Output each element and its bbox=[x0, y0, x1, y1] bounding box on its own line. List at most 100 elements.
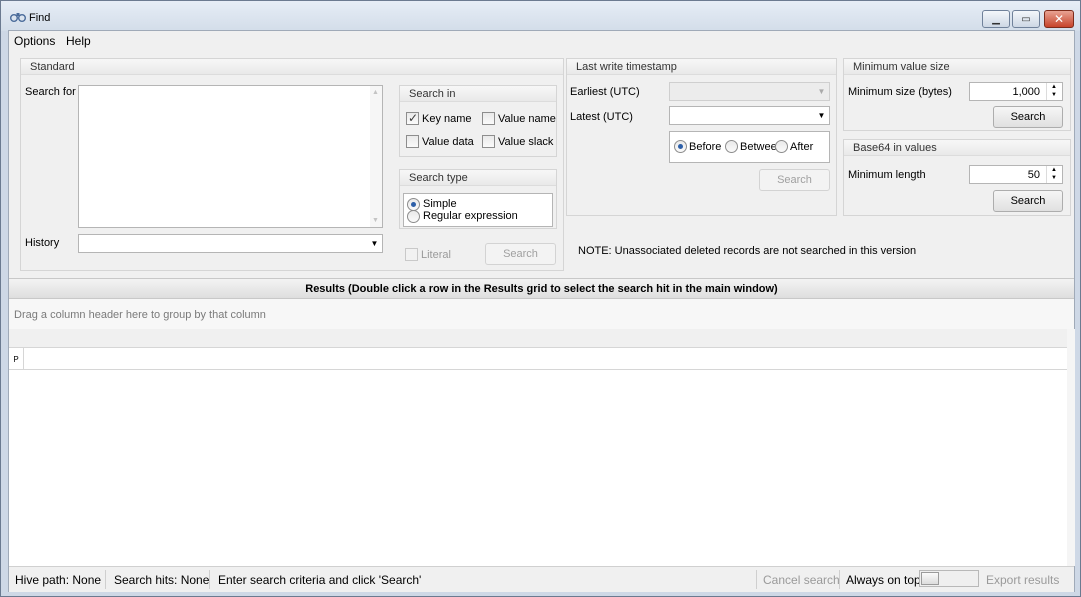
latest-label: Latest (UTC) bbox=[570, 111, 633, 123]
regex-label: Regular expression bbox=[423, 210, 518, 222]
before-label: Before bbox=[689, 141, 722, 153]
literal-checkbox[interactable] bbox=[405, 248, 418, 261]
minimize-button[interactable]: ▁ bbox=[982, 10, 1010, 28]
min-length-spin-buttons[interactable]: ▲ ▼ bbox=[1046, 166, 1062, 183]
scroll-up-icon[interactable]: ▲ bbox=[372, 89, 379, 96]
min-size-stepper[interactable]: 1,000 ▲ ▼ bbox=[969, 82, 1063, 101]
note-text: NOTE: Unassociated deleted records are n… bbox=[578, 245, 917, 257]
standard-panel-title: Standard bbox=[30, 61, 75, 73]
standard-search-button[interactable]: Search bbox=[485, 243, 556, 265]
after-radio[interactable] bbox=[775, 140, 788, 153]
min-length-label: Minimum length bbox=[848, 169, 926, 181]
timestamp-panel-header: Last write timestamp bbox=[567, 59, 836, 75]
always-on-top-toggle[interactable] bbox=[919, 570, 979, 587]
toggle-knob bbox=[921, 572, 939, 585]
history-label: History bbox=[25, 237, 60, 249]
search-in-group: Search in ✓ Key name Value name Value da… bbox=[399, 85, 557, 157]
search-type-title: Search type bbox=[409, 172, 468, 184]
value-data-label: Value data bbox=[422, 136, 474, 148]
search-type-header: Search type bbox=[400, 170, 556, 186]
close-button[interactable]: ✕ bbox=[1044, 10, 1074, 28]
title-bar[interactable]: Find ▁ ▭ ✕ bbox=[1, 1, 1080, 31]
spin-down-icon[interactable]: ▼ bbox=[1051, 92, 1057, 98]
row-indicator: P bbox=[9, 348, 24, 370]
checkmark-icon: ✓ bbox=[408, 111, 419, 125]
min-size-label: Minimum size (bytes) bbox=[848, 86, 952, 98]
standard-panel-header: Standard bbox=[21, 59, 563, 75]
value-name-checkbox[interactable] bbox=[482, 112, 495, 125]
menu-bar: Options Help bbox=[9, 31, 1074, 51]
export-results-button[interactable]: Export results bbox=[986, 573, 1059, 587]
base64-panel-title: Base64 in values bbox=[853, 142, 937, 154]
search-in-title: Search in bbox=[409, 88, 456, 100]
regex-radio[interactable] bbox=[407, 210, 420, 223]
earliest-label: Earliest (UTC) bbox=[570, 86, 640, 98]
literal-label: Literal bbox=[421, 249, 451, 261]
standard-panel: Standard Search for ▲ ▼ History ▼ Search… bbox=[20, 58, 564, 271]
simple-label: Simple bbox=[423, 198, 457, 210]
min-value-panel: Minimum value size Minimum size (bytes) … bbox=[843, 58, 1071, 131]
base64-panel: Base64 in values Minimum length 50 ▲ ▼ S… bbox=[843, 139, 1071, 216]
between-radio[interactable] bbox=[725, 140, 738, 153]
scroll-down-icon[interactable]: ▼ bbox=[372, 217, 379, 224]
value-slack-label: Value slack bbox=[498, 136, 554, 148]
status-divider bbox=[756, 570, 757, 589]
chevron-down-icon[interactable]: ▼ bbox=[367, 235, 382, 252]
status-bar: Hive path: None Search hits: None Enter … bbox=[9, 566, 1074, 592]
search-for-scrollbar[interactable]: ▲ ▼ bbox=[370, 86, 382, 227]
between-label: Betwee bbox=[740, 141, 777, 153]
status-divider bbox=[209, 570, 210, 589]
hive-path-status: Hive path: None bbox=[15, 573, 102, 587]
min-value-search-button[interactable]: Search bbox=[993, 106, 1063, 128]
key-name-checkbox[interactable]: ✓ bbox=[406, 111, 419, 125]
value-name-label: Value name bbox=[498, 113, 556, 125]
grid-scrollbar[interactable] bbox=[1067, 329, 1075, 566]
range-options: Before Betwee After bbox=[669, 131, 830, 163]
value-slack-checkbox[interactable] bbox=[482, 135, 495, 148]
timestamp-search-button[interactable]: Search bbox=[759, 169, 830, 191]
client-area: Options Help Standard Search for ▲ ▼ His… bbox=[8, 30, 1075, 592]
close-icon: ✕ bbox=[1053, 12, 1065, 26]
results-grid[interactable]: P bbox=[9, 347, 1074, 566]
window-title: Find bbox=[29, 12, 51, 24]
search-type-group: Search type Simple Regular expression bbox=[399, 169, 557, 229]
group-by-panel[interactable]: Drag a column header here to group by th… bbox=[9, 299, 1074, 329]
maximize-icon: ▭ bbox=[1021, 13, 1031, 25]
search-in-header: Search in bbox=[400, 86, 556, 102]
minimize-icon: ▁ bbox=[992, 13, 1000, 25]
chevron-down-icon[interactable]: ▼ bbox=[814, 83, 829, 100]
always-on-top-label: Always on top bbox=[846, 573, 921, 587]
binoculars-icon bbox=[10, 13, 26, 22]
group-hint: Drag a column header here to group by th… bbox=[14, 309, 266, 321]
key-name-label: Key name bbox=[422, 113, 472, 125]
min-length-stepper[interactable]: 50 ▲ ▼ bbox=[969, 165, 1063, 184]
menu-help[interactable]: Help bbox=[66, 34, 91, 48]
spin-up-icon[interactable]: ▲ bbox=[1051, 167, 1057, 173]
maximize-button[interactable]: ▭ bbox=[1012, 10, 1040, 28]
value-data-checkbox[interactable] bbox=[406, 135, 419, 148]
after-label: After bbox=[790, 141, 814, 153]
history-combo[interactable]: ▼ bbox=[78, 234, 383, 253]
min-length-value: 50 bbox=[1027, 169, 1040, 181]
min-size-spin-buttons[interactable]: ▲ ▼ bbox=[1046, 83, 1062, 100]
status-divider bbox=[839, 570, 840, 589]
base64-panel-header: Base64 in values bbox=[844, 140, 1070, 156]
spin-up-icon[interactable]: ▲ bbox=[1051, 84, 1057, 90]
base64-search-button[interactable]: Search bbox=[993, 190, 1063, 212]
latest-combo[interactable]: ▼ bbox=[669, 106, 830, 125]
cancel-search-button[interactable]: Cancel search bbox=[763, 573, 840, 587]
min-size-value: 1,000 bbox=[1012, 86, 1040, 98]
search-for-input[interactable]: ▲ ▼ bbox=[78, 85, 383, 228]
timestamp-panel: Last write timestamp Earliest (UTC) ▼ La… bbox=[566, 58, 837, 216]
earliest-combo[interactable]: ▼ bbox=[669, 82, 830, 101]
min-value-panel-title: Minimum value size bbox=[853, 61, 950, 73]
before-radio[interactable] bbox=[674, 140, 687, 153]
grid-filter-row[interactable]: P bbox=[9, 348, 1074, 370]
search-for-label: Search for bbox=[25, 86, 76, 98]
results-header: Results (Double click a row in the Resul… bbox=[9, 278, 1074, 299]
menu-options[interactable]: Options bbox=[14, 34, 55, 48]
spin-down-icon[interactable]: ▼ bbox=[1051, 175, 1057, 181]
find-window: Find ▁ ▭ ✕ Options Help Standard Search … bbox=[0, 0, 1081, 597]
chevron-down-icon[interactable]: ▼ bbox=[814, 107, 829, 124]
min-value-panel-header: Minimum value size bbox=[844, 59, 1070, 75]
